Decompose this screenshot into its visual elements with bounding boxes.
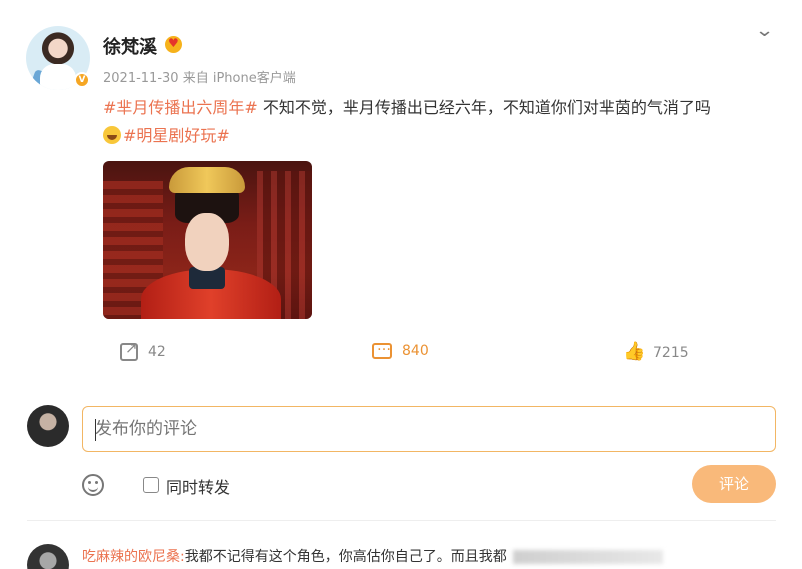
submit-comment-button[interactable]: 评论 (692, 465, 776, 503)
divider (27, 520, 776, 521)
like-count: 7215 (653, 345, 689, 361)
post-source: 来自 iPhone客户端 (182, 71, 296, 86)
commenter-avatar[interactable] (27, 544, 69, 569)
verified-badge-icon: V (74, 72, 90, 88)
share-count: 42 (148, 344, 166, 360)
commenter-name[interactable]: 吃麻辣的欧尼桑: (82, 549, 185, 565)
post-text: 不知不觉，芈月传播出已经六年，不知道你们对芈茵的气消了吗 (257, 98, 711, 117)
comment-input[interactable] (82, 406, 776, 452)
comment-text: 我都不记得有这个角色，你高估你自己了。而且我都 (184, 549, 507, 565)
blurred-text (512, 550, 663, 564)
fan-badge-icon (165, 36, 182, 53)
chevron-down-icon[interactable]: ⌄ (755, 20, 775, 41)
share-icon (120, 339, 138, 361)
comment-button[interactable]: 840 (372, 338, 429, 359)
text-caret (95, 419, 96, 441)
like-icon: 👍 (623, 341, 646, 362)
hashtag-link[interactable]: #芈月传播出六周年# (103, 98, 258, 117)
laugh-emoji-icon (103, 126, 121, 144)
comment-item: 吃麻辣的欧尼桑:我都不记得有这个角色，你高估你自己了。而且我都 (82, 546, 663, 566)
post-meta: 2021-11-30 来自 iPhone客户端 (103, 67, 296, 86)
post-text-line-1: #芈月传播出六周年# 不知不觉，芈月传播出已经六年，不知道你们对芈茵的气消了吗 (103, 94, 711, 118)
post-text-line-2: #明星剧好玩# (103, 122, 230, 146)
repost-label[interactable]: 同时转发 (166, 474, 230, 498)
weibo-post: V 徐梵溪 2021-11-30 来自 iPhone客户端 ⌄ #芈月传播出六周… (0, 0, 802, 569)
post-image[interactable] (103, 161, 312, 319)
repost-checkbox[interactable] (143, 477, 159, 493)
comment-icon (372, 338, 392, 359)
share-button[interactable]: 42 (120, 339, 166, 361)
like-button[interactable]: 👍 7215 (623, 343, 689, 363)
post-timestamp[interactable]: 2021-11-30 (103, 71, 179, 86)
hashtag-link[interactable]: #明星剧好玩# (123, 126, 230, 145)
author-name[interactable]: 徐梵溪 (103, 33, 157, 59)
comment-count: 840 (402, 343, 429, 359)
current-user-avatar (27, 405, 69, 447)
emoji-icon[interactable] (82, 474, 104, 496)
